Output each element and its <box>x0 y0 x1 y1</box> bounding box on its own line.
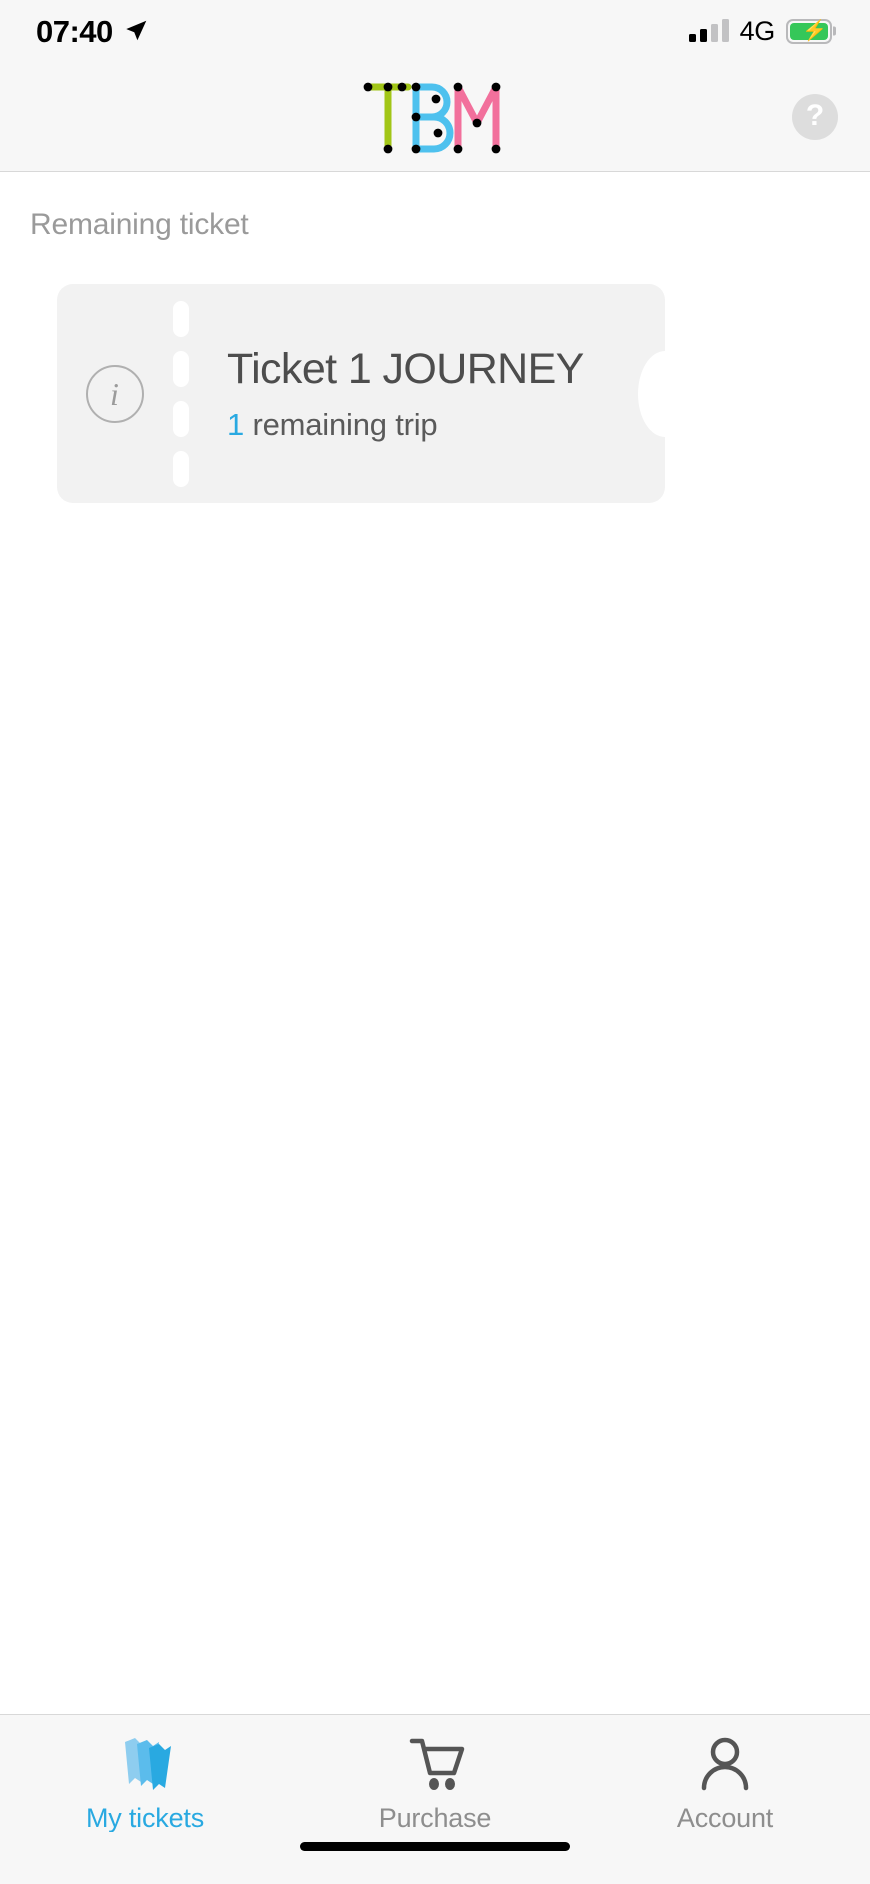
ticket-list: i Ticket 1 JOURNEY 1 remaining trip <box>57 284 665 503</box>
status-bar: 07:40 4G ⚡ <box>0 0 870 62</box>
info-circle-icon[interactable]: i <box>85 364 144 423</box>
ticket-info-column: i <box>57 364 172 423</box>
location-arrow-icon <box>126 20 147 41</box>
app-header: ? <box>0 62 870 172</box>
ticket-title: Ticket 1 JOURNEY <box>227 345 584 394</box>
tickets-icon <box>111 1733 179 1795</box>
shopping-cart-icon <box>404 1733 466 1795</box>
tab-label-account: Account <box>676 1803 774 1833</box>
signal-bars-icon <box>688 19 729 42</box>
question-mark-icon: ? <box>805 98 825 132</box>
ticket-body: Ticket 1 JOURNEY 1 remaining trip <box>190 345 665 440</box>
tbm-logo <box>363 82 501 153</box>
tab-label-purchase: Purchase <box>378 1803 492 1833</box>
help-button[interactable]: ? <box>792 93 838 140</box>
ticket-remaining-count: 1 <box>227 406 245 442</box>
network-label: 4G <box>739 15 776 46</box>
home-indicator-bar[interactable] <box>300 1842 570 1851</box>
status-bar-right: 4G ⚡ <box>688 15 836 47</box>
status-bar-left: 07:40 <box>36 16 149 47</box>
ticket-card[interactable]: i Ticket 1 JOURNEY 1 remaining trip <box>57 284 665 503</box>
ticket-remaining: 1 remaining trip <box>227 409 665 440</box>
app-screen: 07:40 4G ⚡ ? Remaining ticket i Ticket 1… <box>0 0 870 1884</box>
home-indicator-area <box>0 1832 870 1884</box>
person-icon <box>696 1733 754 1795</box>
status-time: 07:40 <box>36 13 113 49</box>
tab-label-my-tickets: My tickets <box>85 1803 204 1833</box>
battery-charging-icon: ⚡ <box>786 18 836 44</box>
section-label: Remaining ticket <box>30 208 249 241</box>
ticket-remaining-text: remaining trip <box>244 406 438 442</box>
main-content: Remaining ticket i Ticket 1 JOURNEY 1 re… <box>0 172 870 1714</box>
ticket-perforation <box>172 284 190 503</box>
